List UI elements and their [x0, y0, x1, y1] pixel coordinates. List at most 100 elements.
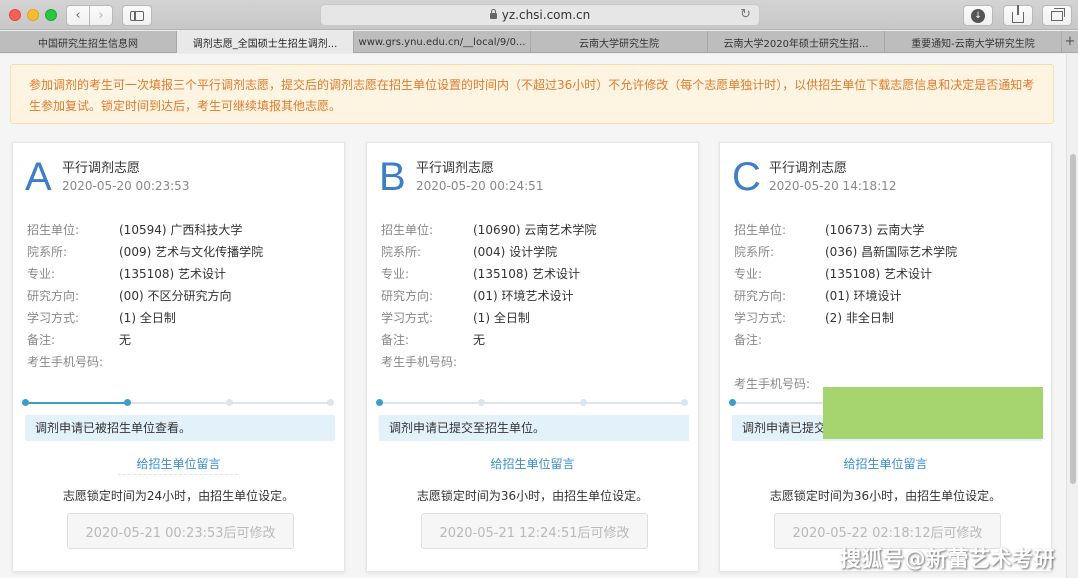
- value-mode: (1) 全日制: [473, 311, 530, 325]
- modify-button[interactable]: 2020-05-21 12:24:51后可修改: [421, 513, 648, 549]
- label-major: 专业:: [381, 267, 410, 281]
- tab-chsi-home[interactable]: 中国研究生招生信息网: [0, 31, 177, 53]
- scrollbar-thumb[interactable]: [1070, 154, 1076, 484]
- new-tab-button[interactable]: +: [1062, 31, 1078, 52]
- value-dept: (009) 艺术与文化传播学院: [119, 245, 264, 259]
- label-mode: 学习方式:: [27, 311, 80, 325]
- card-time: 2020-05-20 00:23:53: [62, 179, 190, 193]
- value-direction: (01) 环境艺术设计: [473, 289, 574, 303]
- lock-note: 志愿锁定时间为24小时，由招生单位设定。: [62, 489, 295, 503]
- label-major: 专业:: [27, 267, 56, 281]
- back-button[interactable]: ‹: [66, 5, 90, 26]
- label-direction: 研究方向:: [381, 289, 434, 303]
- label-note: 备注:: [27, 333, 56, 347]
- value-major: (135108) 艺术设计: [825, 267, 932, 281]
- page-content: 参加调剂的考生可一次填报三个平行调剂志愿，提交后的调剂志愿在招生单位设置的时间内…: [0, 54, 1078, 578]
- progress-step-3: [580, 399, 587, 406]
- downloads-button[interactable]: ↓: [963, 5, 993, 26]
- progress-step-1: [729, 399, 736, 406]
- progress-step-3: [226, 399, 233, 406]
- redaction-block: [823, 387, 1043, 439]
- value-unit: (10594) 广西科技大学: [119, 223, 243, 237]
- card-letter: C: [732, 155, 761, 199]
- value-unit: (10673) 云南大学: [825, 223, 925, 237]
- modify-button[interactable]: 2020-05-21 00:23:53后可修改: [67, 513, 294, 549]
- progress-step-4: [327, 399, 334, 406]
- label-phone: 考生手机号码:: [381, 355, 458, 369]
- progress-fill: [25, 402, 127, 404]
- value-note: 无: [119, 333, 132, 347]
- label-dept: 院系所:: [734, 245, 775, 259]
- progress-step-4: [681, 399, 688, 406]
- card-title: 平行调剂志愿: [769, 161, 848, 176]
- url-text: yz.chsi.com.cn: [501, 8, 591, 22]
- value-dept: (004) 设计学院: [473, 245, 558, 259]
- card-letter: B: [379, 155, 406, 199]
- card-time: 2020-05-20 14:18:12: [769, 179, 897, 193]
- progress-step-2: [478, 399, 485, 406]
- label-mode: 学习方式:: [734, 311, 787, 325]
- zoom-window-button[interactable]: [45, 9, 57, 21]
- lock-icon: [489, 9, 497, 19]
- address-bar[interactable]: yz.chsi.com.cn ↻: [320, 4, 760, 26]
- label-unit: 招生单位:: [734, 223, 787, 237]
- message-unit-link[interactable]: 给招生单位留言: [720, 455, 1051, 472]
- progress-track: [376, 399, 688, 406]
- reload-icon[interactable]: ↻: [740, 7, 751, 22]
- card-time: 2020-05-20 00:24:51: [416, 179, 544, 193]
- value-dept: (036) 昌新国际艺术学院: [825, 245, 958, 259]
- card-title: 平行调剂志愿: [62, 161, 141, 176]
- label-unit: 招生单位:: [27, 223, 80, 237]
- show-tabs-button[interactable]: [1042, 5, 1072, 26]
- value-direction: (01) 环境设计: [825, 289, 902, 303]
- value-major: (135108) 艺术设计: [473, 267, 580, 281]
- tab-ynu-important-notice[interactable]: 重要通知-云南大学研究生院: [885, 31, 1062, 53]
- progress-step-1: [22, 399, 29, 406]
- sidebar-toggle-button[interactable]: [122, 5, 152, 26]
- card-letter: A: [25, 155, 52, 199]
- value-unit: (10690) 云南艺术学院: [473, 223, 597, 237]
- label-dept: 院系所:: [27, 245, 68, 259]
- value-mode: (2) 非全日制: [825, 311, 894, 325]
- share-button[interactable]: [1003, 4, 1033, 26]
- label-note: 备注:: [734, 333, 763, 347]
- download-icon: ↓: [971, 8, 985, 23]
- vertical-scrollbar[interactable]: [1066, 54, 1078, 578]
- minimize-window-button[interactable]: [27, 9, 39, 21]
- label-unit: 招生单位:: [381, 223, 434, 237]
- forward-button[interactable]: ›: [89, 5, 113, 26]
- sidebar-icon: [130, 10, 144, 21]
- card-title: 平行调剂志愿: [416, 161, 495, 176]
- tab-ynu-2020-admission[interactable]: 云南大学2020年硕士研究生招...: [708, 31, 885, 53]
- tab-bar: 中国研究生招生信息网 调剂志愿_全国硕士生招生调剂... www.grs.ynu…: [0, 31, 1078, 53]
- volunteer-card-c: C 平行调剂志愿 2020-05-20 14:18:12 招生单位: (1067…: [719, 142, 1052, 572]
- chevron-right-icon: ›: [98, 8, 104, 23]
- close-window-button[interactable]: [9, 9, 21, 21]
- status-bar: 调剂申请已提交至招生单位。: [379, 415, 689, 441]
- status-bar: 调剂申请已被招生单位查看。: [25, 415, 335, 441]
- chevron-left-icon: ‹: [75, 8, 81, 23]
- value-direction: (00) 不区分研究方向: [119, 289, 232, 303]
- message-unit-link[interactable]: 给招生单位留言: [13, 455, 344, 472]
- tabs-icon: [1051, 7, 1065, 21]
- lock-note: 志愿锁定时间为36小时，由招生单位设定。: [416, 489, 649, 503]
- progress-step-2: [124, 399, 131, 406]
- message-unit-link[interactable]: 给招生单位留言: [367, 455, 698, 472]
- progress-track: [22, 399, 334, 406]
- watermark-text: 搜狐号@新蕾艺术考研: [840, 547, 1055, 571]
- divider: [118, 474, 238, 475]
- label-phone: 考生手机号码:: [27, 355, 104, 369]
- label-mode: 学习方式:: [381, 311, 434, 325]
- label-note: 备注:: [381, 333, 410, 347]
- tab-adjust-volunteer[interactable]: 调剂志愿_全国硕士生招生调剂...: [177, 31, 354, 53]
- browser-toolbar: ‹ › yz.chsi.com.cn ↻ ↓: [0, 0, 1078, 30]
- label-major: 专业:: [734, 267, 763, 281]
- value-note: 无: [473, 333, 486, 347]
- share-icon: [1012, 4, 1024, 23]
- lock-note: 志愿锁定时间为36小时，由招生单位设定。: [769, 489, 1002, 503]
- tab-ynu-grad-school[interactable]: 云南大学研究生院: [531, 31, 708, 53]
- value-major: (135108) 艺术设计: [119, 267, 226, 281]
- label-direction: 研究方向:: [734, 289, 787, 303]
- label-direction: 研究方向:: [27, 289, 80, 303]
- tab-grs-ynu-local[interactable]: www.grs.ynu.edu.cn/__local/9/0...: [354, 31, 531, 53]
